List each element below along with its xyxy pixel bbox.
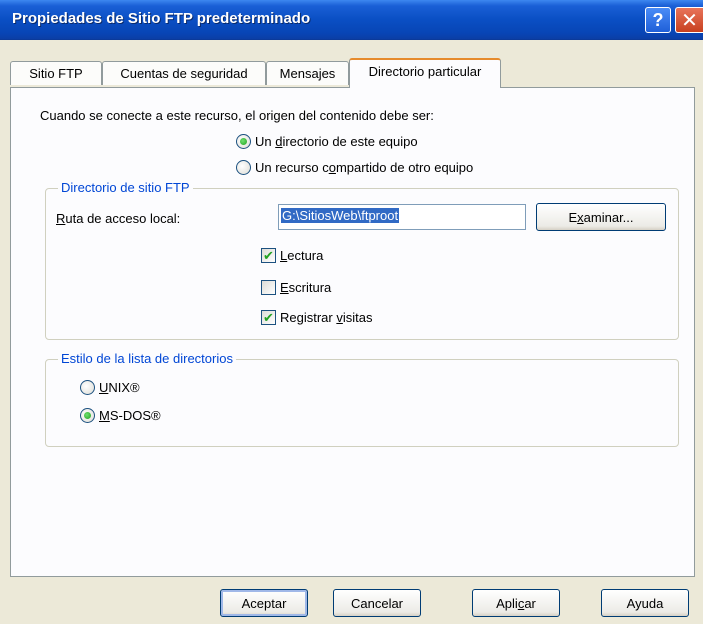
checkbox-empty-icon[interactable]	[261, 280, 276, 295]
radio-button-icon[interactable]	[236, 134, 251, 149]
radio-label: Un recurso compartido de otro equipo	[255, 160, 474, 175]
checkbox-read[interactable]: ✔ Lectura	[261, 248, 323, 263]
tab-directorio-particular[interactable]: Directorio particular	[349, 58, 501, 88]
radio-local-directory[interactable]: Un directorio de este equipo	[236, 134, 418, 149]
checkbox-write[interactable]: Escritura	[261, 280, 331, 295]
directory-style-legend: Estilo de la lista de directorios	[58, 351, 236, 366]
radio-unix[interactable]: UNIX®	[80, 380, 140, 395]
radio-ms-dos[interactable]: MS-DOS®	[80, 408, 161, 423]
title-bar[interactable]: Propiedades de Sitio FTP predeterminado …	[0, 0, 703, 40]
source-prompt: Cuando se conecte a este recurso, el ori…	[40, 108, 434, 123]
radio-label: UNIX®	[99, 380, 140, 395]
tab-mensajes[interactable]: Mensajes	[266, 61, 349, 85]
checkbox-label: Registrar visitas	[280, 310, 373, 325]
radio-label: Un directorio de este equipo	[255, 134, 418, 149]
directory-style-group	[45, 359, 679, 447]
checkbox-label: Lectura	[280, 248, 324, 263]
local-path-label: Ruta de acceso local:	[56, 211, 181, 226]
local-path-input[interactable]: G:\SitiosWeb\ftproot	[278, 204, 526, 230]
radio-selected-dot	[84, 412, 91, 419]
checkmark-icon[interactable]: ✔	[261, 310, 276, 325]
radio-button-icon[interactable]	[80, 380, 95, 395]
radio-selected-dot	[240, 138, 247, 145]
radio-button-icon[interactable]	[80, 408, 95, 423]
apply-button[interactable]: Aplicar	[472, 589, 560, 617]
window-title: Propiedades de Sitio FTP predeterminado	[12, 10, 311, 27]
tab-cuentas-seguridad[interactable]: Cuentas de seguridad	[102, 61, 266, 85]
cancel-button[interactable]: Cancelar	[333, 589, 421, 617]
radio-network-share[interactable]: Un recurso compartido de otro equipo	[236, 160, 473, 175]
properties-dialog: Propiedades de Sitio FTP predeterminado …	[0, 0, 703, 624]
radio-button-icon[interactable]	[236, 160, 251, 175]
checkmark-icon[interactable]: ✔	[261, 248, 276, 263]
help-icon[interactable]: ?	[645, 7, 671, 33]
ok-button[interactable]: Aceptar	[220, 589, 308, 617]
help-button[interactable]: Ayuda	[601, 589, 689, 617]
tab-sitio-ftp[interactable]: Sitio FTP	[10, 61, 102, 85]
browse-button[interactable]: Examinar...	[536, 203, 666, 231]
ftp-directory-legend: Directorio de sitio FTP	[58, 180, 193, 195]
close-icon[interactable]: ✕	[675, 7, 703, 33]
checkbox-log-visits[interactable]: ✔ Registrar visitas	[261, 310, 372, 325]
radio-label: MS-DOS®	[99, 408, 161, 423]
checkbox-label: Escritura	[280, 280, 332, 295]
